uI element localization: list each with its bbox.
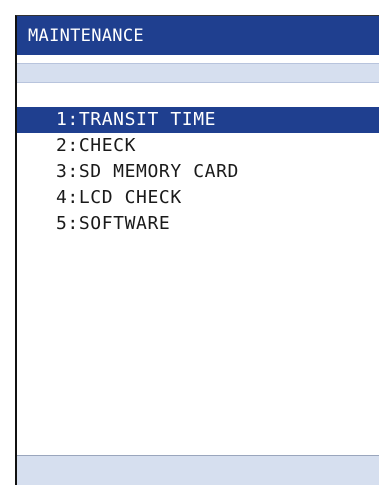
menu-item-transit-time[interactable]: 1:TRANSIT TIME: [17, 107, 379, 133]
menu-item-sd-memory-card[interactable]: 3:SD MEMORY CARD: [17, 159, 379, 185]
maintenance-screen: MAINTENANCE 1:TRANSIT TIME 2:CHECK 3:SD …: [15, 15, 379, 485]
menu-item-software[interactable]: 5:SOFTWARE: [17, 211, 379, 237]
screen-title: MAINTENANCE: [17, 16, 379, 57]
menu-item-check[interactable]: 2:CHECK: [17, 133, 379, 159]
subheader-bar: [17, 63, 379, 83]
maintenance-menu: 1:TRANSIT TIME 2:CHECK 3:SD MEMORY CARD …: [17, 107, 379, 237]
footer-bar: [17, 455, 379, 485]
menu-item-lcd-check[interactable]: 4:LCD CHECK: [17, 185, 379, 211]
